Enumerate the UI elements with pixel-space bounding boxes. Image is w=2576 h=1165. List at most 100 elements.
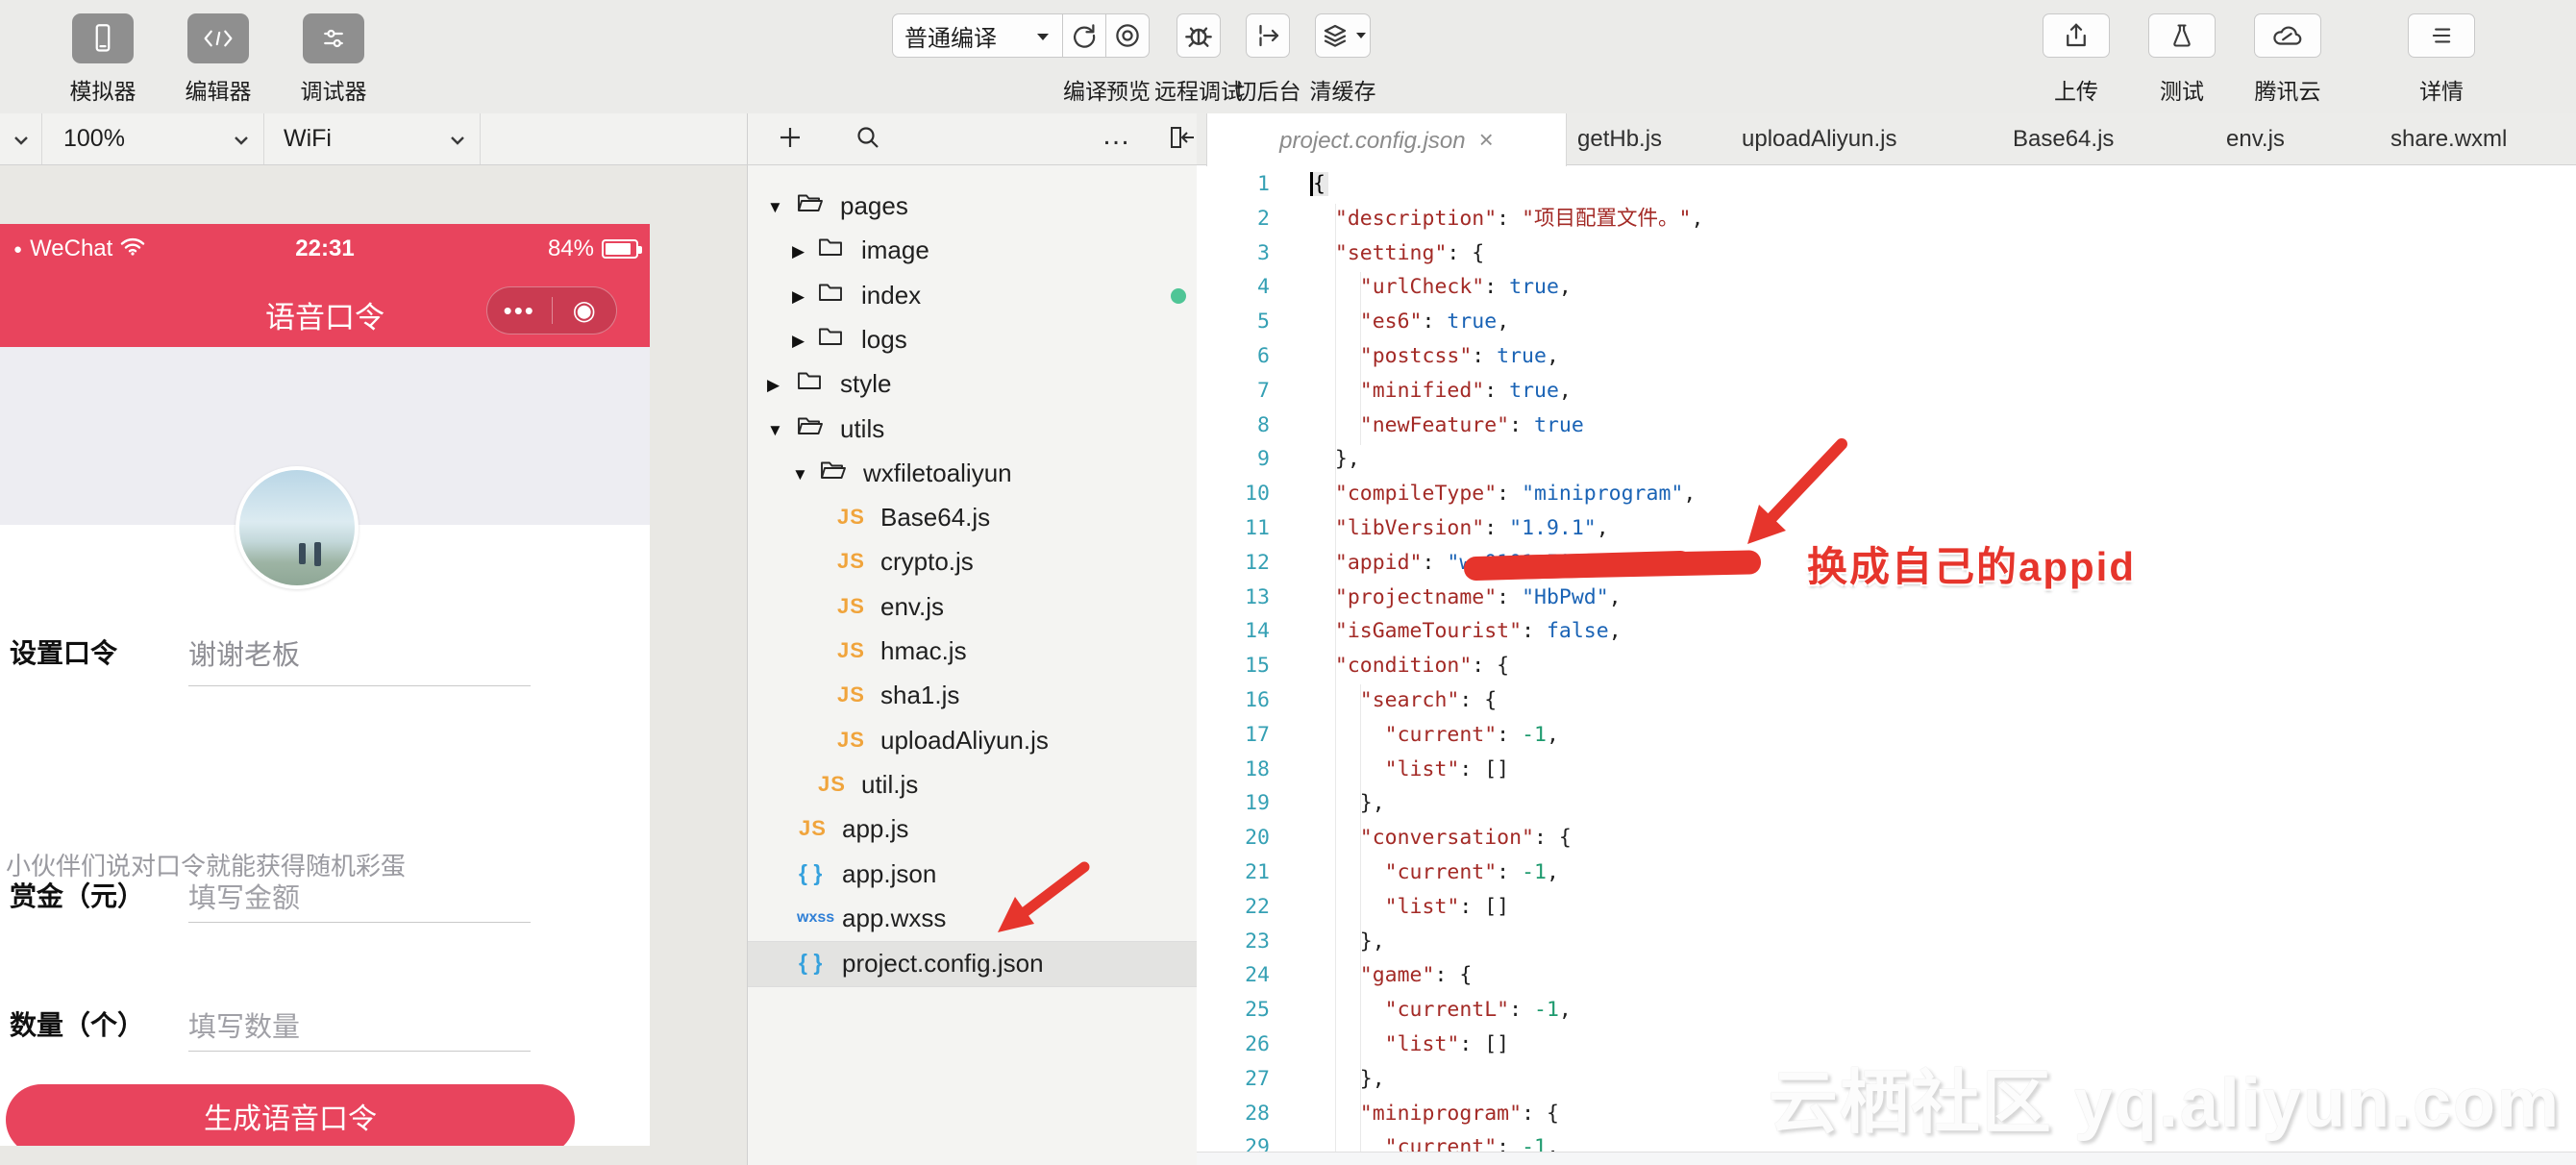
search-icon[interactable] [855,125,881,156]
test-button[interactable]: 测试 [2148,13,2216,58]
code-line[interactable]: 19 }, [1197,786,2576,821]
generate-voice-password-button[interactable]: 生成语音口令 [6,1084,575,1146]
tab-project.config.json[interactable]: project.config.json× [1206,113,1567,166]
preview-button[interactable]: 预览 [1106,13,1151,58]
code-line[interactable]: 23 }, [1197,925,2576,959]
editor-label: 编辑器 [186,73,252,106]
tree-item-Base64.js[interactable]: JSBase64.js [748,496,1197,540]
caret-right-icon[interactable]: ▶ [792,287,805,307]
tab-uploadAliyun.js[interactable]: uploadAliyun.js [1742,113,1896,164]
code-line[interactable]: 21 "current": -1, [1197,855,2576,890]
line-number: 7 [1197,374,1270,409]
code-line[interactable]: 9 }, [1197,442,2576,477]
caret-down-icon[interactable]: ▼ [767,198,783,217]
tree-item-pages[interactable]: ▼pages [748,185,1197,229]
tree-item-project.config.json[interactable]: { }project.config.json [748,941,1197,987]
phone-nav-bar: 语音口令 ••• ◉ [0,274,650,347]
caret-right-icon[interactable]: ▶ [792,242,805,261]
remote-debug-button[interactable]: 远程调试 [1177,13,1221,58]
tree-item-utils[interactable]: ▼utils [748,408,1197,452]
code-line[interactable]: 4 "urlCheck": true, [1197,270,2576,305]
count-input[interactable]: 填写数量 [188,1004,300,1045]
tree-item-logs[interactable]: ▶logs [748,318,1197,362]
token: , [1597,516,1609,540]
tencent-cloud-button[interactable]: 腾讯云 [2254,13,2321,58]
tree-item-image[interactable]: ▶image [748,229,1197,273]
code-line[interactable]: 5 "es6": true, [1197,305,2576,339]
editor-button[interactable]: 编辑器 [187,13,249,63]
close-icon[interactable]: × [1479,125,1494,154]
collapse-panel-icon[interactable] [1169,125,1198,155]
code-editor[interactable]: 1{2 "description": "项目配置文件。",3 "setting"… [1197,165,2576,1165]
code-line[interactable]: 8 "newFeature": true [1197,409,2576,443]
code-line[interactable]: 10 "compileType": "miniprogram", [1197,477,2576,511]
tree-item-hmac.js[interactable]: JShmac.js [748,630,1197,674]
password-input[interactable]: 谢谢老板 [188,632,300,673]
token: }, [1335,447,1360,471]
token: : [1472,344,1497,368]
more-options-icon[interactable]: … [1102,119,1132,152]
network-select[interactable]: WiFi [264,113,481,164]
clear-cache-button[interactable]: 清缓存 [1315,13,1371,58]
token: }, [1360,791,1385,815]
appid-annotation: 换成自己的appid [1807,534,2136,593]
upload-button[interactable]: 上传 [2043,13,2110,58]
capsule-menu[interactable]: ••• ◉ [486,286,617,335]
tree-item-uploadAliyun.js[interactable]: JSuploadAliyun.js [748,719,1197,763]
tree-item-crypto.js[interactable]: JScrypto.js [748,540,1197,584]
switch-background-button[interactable]: 切后台 [1246,13,1290,58]
exit-record-icon[interactable]: ◉ [553,288,617,333]
amount-input[interactable]: 填写金额 [188,876,300,916]
code-line[interactable]: 20 "conversation": { [1197,821,2576,855]
tree-item-util.js[interactable]: JSutil.js [748,763,1197,807]
tab-share.wxml[interactable]: share.wxml [2390,113,2507,164]
tree-item-env.js[interactable]: JSenv.js [748,585,1197,630]
zoom-select[interactable]: 100% [42,113,264,164]
code-text: "list": [] [1310,753,1509,787]
code-line[interactable]: 15 "condition": { [1197,649,2576,683]
tree-item-label: Base64.js [880,503,990,533]
code-line[interactable]: 17 "current": -1, [1197,718,2576,753]
tab-env.js[interactable]: env.js [2226,113,2285,164]
line-number: 8 [1197,409,1270,443]
code-line[interactable]: 7 "minified": true, [1197,374,2576,409]
tree-item-wxfiletoaliyun[interactable]: ▼wxfiletoaliyun [748,452,1197,496]
code-line[interactable]: 16 "search": { [1197,683,2576,718]
code-line[interactable]: 25 "currentL": -1, [1197,993,2576,1028]
code-text: }, [1310,1062,1385,1097]
new-file-button[interactable] [777,124,804,156]
tree-item-app.wxss[interactable]: wxssapp.wxss [748,897,1197,941]
caret-down-icon[interactable]: ▼ [792,465,808,484]
code-line[interactable]: 3 "setting": { [1197,236,2576,271]
code-line[interactable]: 1{ [1197,167,2576,202]
tree-item-style[interactable]: ▶style [748,362,1197,407]
caret-right-icon[interactable]: ▶ [767,376,780,395]
token: , [1696,551,1708,575]
tree-item-sha1.js[interactable]: JSsha1.js [748,674,1197,718]
detail-button[interactable]: 详情 [2408,13,2475,58]
code-line[interactable]: 18 "list": [] [1197,753,2576,787]
token: : [] [1459,895,1509,919]
compile-mode-select[interactable]: 普通编译 [892,13,1063,58]
code-line[interactable]: 2 "description": "项目配置文件。", [1197,202,2576,236]
code-line[interactable]: 24 "game": { [1197,958,2576,993]
code-line[interactable]: 22 "list": [] [1197,890,2576,925]
count-underline [188,1051,531,1052]
tab-getHb.js[interactable]: getHb.js [1577,113,1662,164]
code-line[interactable]: 14 "isGameTourist": false, [1197,614,2576,649]
token: : [] [1459,757,1509,781]
token: "condition" [1335,654,1472,678]
tree-item-app.json[interactable]: { }app.json [748,853,1197,897]
caret-down-icon[interactable]: ▼ [767,421,783,440]
simulator-collapse-button[interactable] [0,113,42,164]
menu-dots-icon[interactable]: ••• [487,291,552,330]
caret-right-icon[interactable]: ▶ [792,332,805,351]
debugger-button[interactable]: 调试器 [303,13,364,63]
tree-item-app.js[interactable]: JSapp.js [748,807,1197,852]
tree-item-index[interactable]: ▶index [748,274,1197,318]
code-line[interactable]: 6 "postcss": true, [1197,339,2576,374]
tab-Base64.js[interactable]: Base64.js [2013,113,2114,164]
compile-button[interactable]: 编译 [1063,13,1107,58]
file-type-js-icon: JS [837,728,865,753]
simulator-button[interactable]: 模拟器 [72,13,134,63]
